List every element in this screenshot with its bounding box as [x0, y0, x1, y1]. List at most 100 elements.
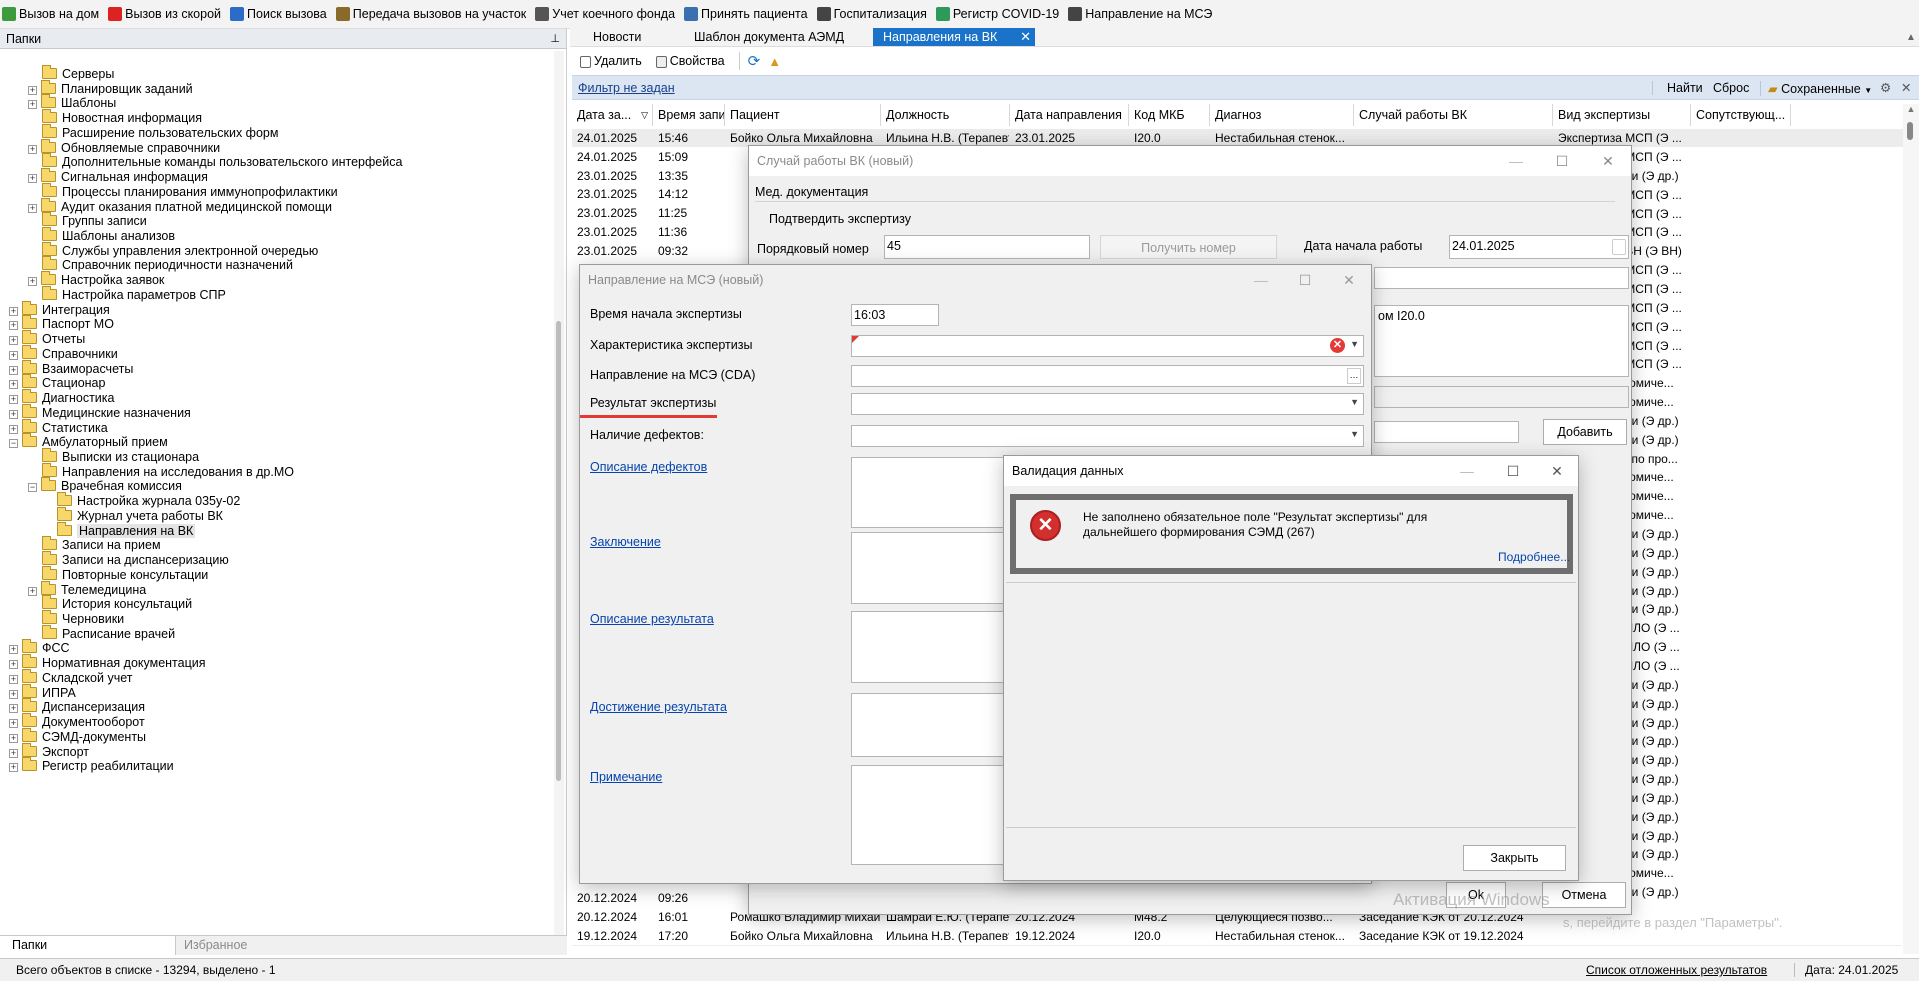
- folder-up-icon[interactable]: ▲: [768, 54, 781, 69]
- doc-tab-aemd-template[interactable]: Шаблон документа АЭМД: [684, 28, 854, 46]
- expand-icon[interactable]: +: [9, 660, 18, 670]
- toolbar-button-5[interactable]: Принять пациента: [684, 7, 808, 21]
- grid-header-cell[interactable]: Вид экспертизы: [1553, 104, 1691, 126]
- grid-header-cell[interactable]: Код МКБ: [1129, 104, 1210, 126]
- minimize-icon[interactable]: —: [1444, 456, 1490, 486]
- expand-icon[interactable]: +: [28, 277, 37, 287]
- defects-description-link[interactable]: Описание дефектов: [590, 460, 707, 474]
- ellipsis-button[interactable]: …: [1347, 368, 1361, 384]
- get-number-button[interactable]: Получить номер: [1100, 235, 1277, 259]
- expand-icon[interactable]: +: [9, 321, 18, 331]
- cancel-button[interactable]: Отмена: [1542, 882, 1626, 908]
- grid-header-cell[interactable]: Сопутствующ...: [1691, 104, 1791, 126]
- grid-header-cell[interactable]: Время записи: [653, 104, 725, 126]
- sort-icon[interactable]: ▽: [641, 104, 648, 126]
- filter-settings-icon[interactable]: ⚙: [1880, 80, 1891, 95]
- doc-tab-vk-referrals[interactable]: Направления на ВК ✕: [873, 28, 1035, 46]
- expand-icon[interactable]: +: [28, 144, 37, 154]
- collapse-icon[interactable]: −: [28, 483, 37, 493]
- toolbar-button-8[interactable]: Направление на МСЭ: [1068, 7, 1212, 21]
- expand-icon[interactable]: +: [9, 365, 18, 375]
- expand-icon[interactable]: +: [9, 306, 18, 316]
- expand-icon[interactable]: +: [9, 733, 18, 743]
- expand-icon[interactable]: +: [28, 174, 37, 184]
- close-icon[interactable]: ✕: [1585, 146, 1631, 176]
- expand-icon[interactable]: +: [9, 645, 18, 655]
- vk-diagnosis-area[interactable]: ом I20.0: [1374, 305, 1629, 377]
- expand-icon[interactable]: +: [9, 395, 18, 405]
- minimize-icon[interactable]: —: [1493, 146, 1539, 176]
- toolbar-button-6[interactable]: Госпитализация: [816, 7, 927, 21]
- expand-icon[interactable]: +: [28, 100, 37, 110]
- expand-icon[interactable]: +: [9, 704, 18, 714]
- expand-icon[interactable]: +: [9, 424, 18, 434]
- defects-select[interactable]: ▼: [851, 425, 1364, 447]
- expand-icon[interactable]: +: [9, 748, 18, 758]
- filter-close-icon[interactable]: ✕: [1901, 80, 1911, 95]
- conclusion-link[interactable]: Заключение: [590, 535, 661, 549]
- delete-button[interactable]: Удалить: [580, 54, 642, 68]
- start-date-input[interactable]: 24.01.2025: [1449, 235, 1629, 259]
- confirm-expertise-button[interactable]: Подтвердить экспертизу: [765, 208, 915, 230]
- filter-link[interactable]: Фильтр не задан: [578, 81, 675, 95]
- details-link[interactable]: Подробнее...: [1498, 550, 1570, 564]
- vk-tab-med-docs[interactable]: Мед. документация: [755, 182, 1615, 202]
- expand-icon[interactable]: +: [9, 763, 18, 773]
- grid-scrollbar-up[interactable]: ▲: [1903, 104, 1919, 114]
- date-picker-icon[interactable]: [1612, 239, 1626, 255]
- exam-result-select[interactable]: ▼: [851, 393, 1364, 415]
- minimize-icon[interactable]: —: [1238, 265, 1284, 295]
- window-scrollbar[interactable]: ▲: [1903, 28, 1919, 47]
- toolbar-button-3[interactable]: Передача вызовов на участок: [335, 7, 526, 21]
- toolbar-button-7[interactable]: Регистр COVID-19: [935, 7, 1059, 21]
- grid-header-cell[interactable]: Дата направления: [1010, 104, 1129, 126]
- saved-filters-button[interactable]: ▰ Сохраненные ▼: [1760, 81, 1872, 96]
- grid-header-cell[interactable]: Пациент: [725, 104, 881, 126]
- grid-header-cell[interactable]: Должность: [881, 104, 1010, 126]
- expand-icon[interactable]: +: [28, 586, 37, 596]
- expand-icon[interactable]: +: [28, 203, 37, 213]
- toolbar-button-0[interactable]: Вызов на дом: [2, 7, 99, 21]
- tab-folders[interactable]: Папки: [0, 936, 176, 955]
- expand-icon[interactable]: +: [9, 719, 18, 729]
- vk-field-2[interactable]: [1374, 267, 1629, 289]
- grid-header-cell[interactable]: Диагноз: [1210, 104, 1354, 126]
- maximize-icon[interactable]: ☐: [1282, 265, 1328, 295]
- expand-icon[interactable]: +: [9, 689, 18, 699]
- expand-icon[interactable]: +: [9, 674, 18, 684]
- exam-characteristic-select[interactable]: ✕ ▼: [851, 335, 1364, 357]
- chevron-down-icon[interactable]: ▼: [1350, 397, 1359, 407]
- expand-icon[interactable]: +: [28, 85, 37, 95]
- reset-button[interactable]: Сброс: [1713, 81, 1749, 95]
- vk-field-5[interactable]: [1374, 421, 1519, 443]
- grid-header-cell[interactable]: Случай работы ВК: [1354, 104, 1553, 126]
- result-description-link[interactable]: Описание результата: [590, 612, 714, 626]
- order-number-input[interactable]: 45: [884, 235, 1090, 259]
- expand-icon[interactable]: +: [9, 380, 18, 390]
- toolbar-button-2[interactable]: Поиск вызова: [230, 7, 327, 21]
- doc-tab-news[interactable]: Новости: [583, 28, 651, 46]
- grid-scrollbar[interactable]: ▲: [1903, 104, 1919, 954]
- pin-icon[interactable]: ⊥: [550, 32, 560, 45]
- expand-icon[interactable]: +: [9, 350, 18, 360]
- collapse-icon[interactable]: −: [9, 439, 18, 449]
- toolbar-button-1[interactable]: Вызов из скорой: [108, 7, 221, 21]
- close-icon[interactable]: ✕: [1534, 456, 1580, 486]
- close-icon[interactable]: ✕: [1326, 265, 1372, 295]
- grid-header-cell[interactable]: Дата за... ▽: [572, 104, 653, 126]
- chevron-down-icon[interactable]: ▼: [1350, 429, 1359, 439]
- grid-scrollbar-thumb[interactable]: [1907, 122, 1913, 140]
- refresh-icon[interactable]: ⟳: [738, 52, 760, 70]
- tab-favorites[interactable]: Избранное: [184, 936, 247, 955]
- note-link[interactable]: Примечание: [590, 770, 662, 784]
- expand-icon[interactable]: +: [9, 336, 18, 346]
- maximize-icon[interactable]: ☐: [1490, 456, 1536, 486]
- result-achievement-link[interactable]: Достижение результата: [590, 700, 727, 714]
- properties-button[interactable]: Свойства: [655, 54, 725, 68]
- close-tab-icon[interactable]: ✕: [1020, 28, 1031, 46]
- toolbar-button-4[interactable]: Учет коечного фонда: [535, 7, 675, 21]
- mse-cda-input[interactable]: …: [851, 365, 1364, 387]
- tree-item[interactable]: + Регистр реабилитации: [9, 757, 174, 775]
- find-button[interactable]: Найти: [1652, 81, 1703, 95]
- vk-field-4[interactable]: [1374, 386, 1629, 408]
